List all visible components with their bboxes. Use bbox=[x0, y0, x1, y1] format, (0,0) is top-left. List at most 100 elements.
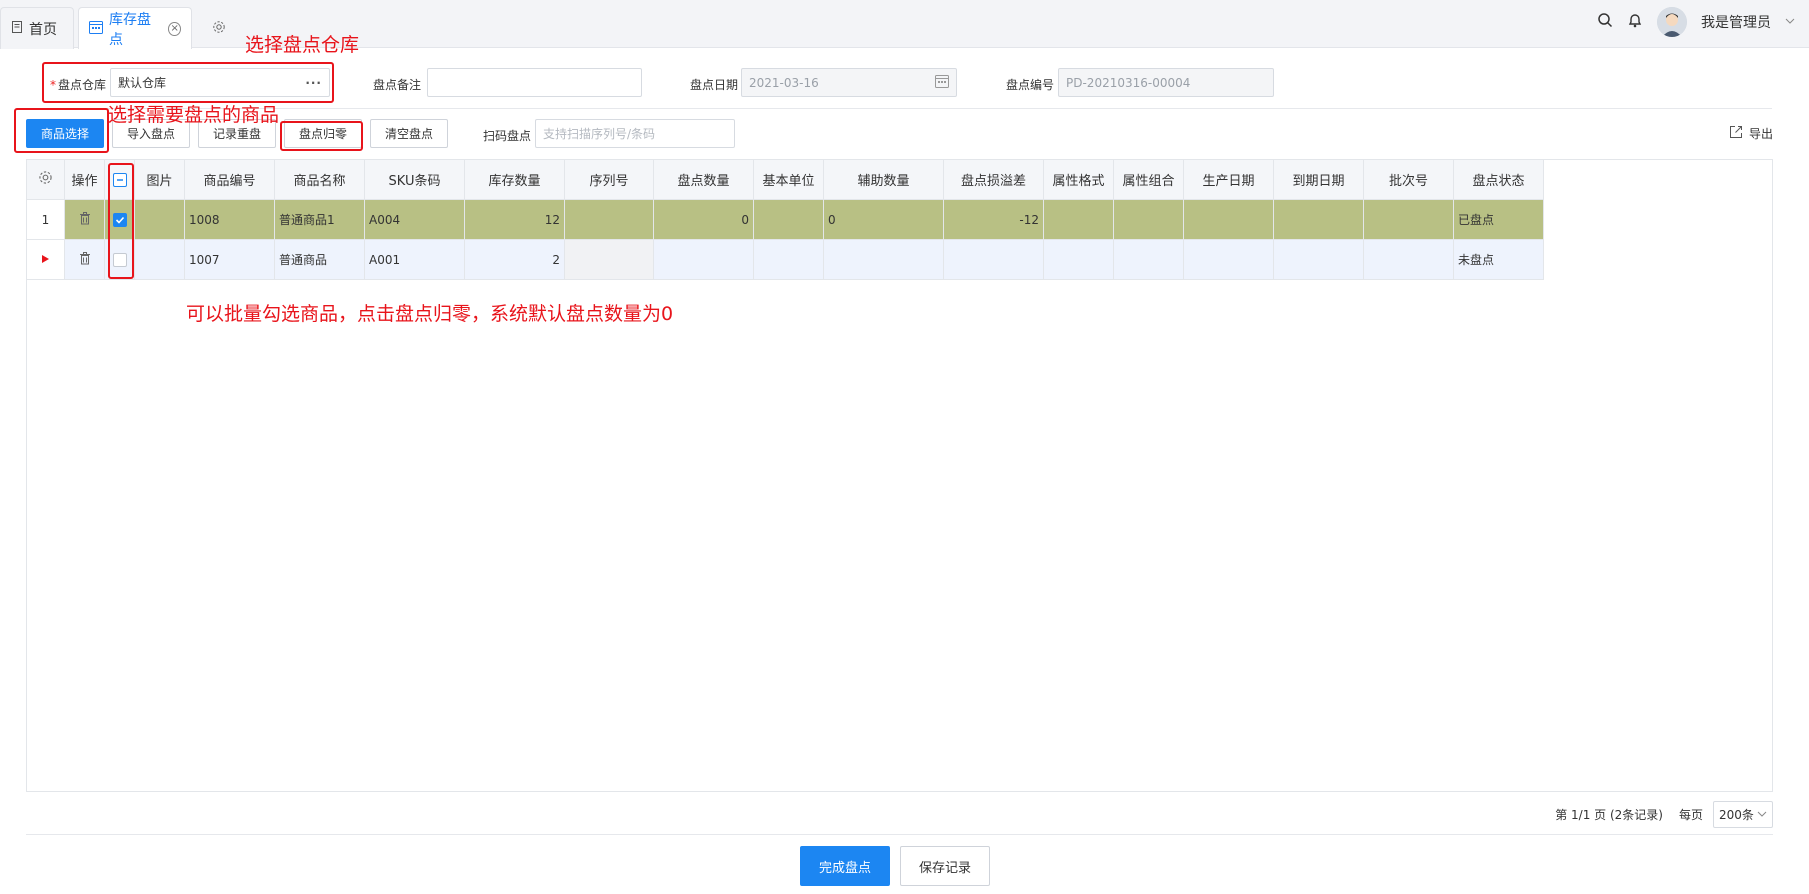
remark-input[interactable] bbox=[427, 68, 642, 97]
stock-qty: 2 bbox=[465, 240, 565, 280]
delete-row-cell bbox=[65, 240, 105, 280]
finish-count-button[interactable]: 完成盘点 bbox=[800, 846, 890, 886]
tab-inventory-count[interactable]: 库存盘点 × bbox=[78, 7, 192, 49]
production-date bbox=[1184, 200, 1274, 240]
calendar-icon bbox=[89, 20, 103, 38]
column-header: 到期日期 bbox=[1274, 160, 1364, 200]
attr-format bbox=[1044, 200, 1114, 240]
per-page-value: 200条 bbox=[1719, 808, 1754, 822]
sku-code: A004 bbox=[365, 200, 465, 240]
batch-no bbox=[1364, 240, 1454, 280]
column-header: 辅助数量 bbox=[824, 160, 944, 200]
aux-qty[interactable]: 0 bbox=[824, 200, 944, 240]
column-header: 序列号 bbox=[565, 160, 654, 200]
table-header: 操作 图片 商品编号 商品名称 SKU条码 库存数量 序列号 盘点数量 基本单位… bbox=[27, 160, 1547, 200]
remark-label: 盘点备注 bbox=[373, 78, 422, 92]
goods-name: 普通商品 bbox=[275, 240, 365, 280]
date-field[interactable]: 2021-03-16 bbox=[741, 68, 957, 97]
gear-icon[interactable] bbox=[212, 20, 226, 37]
count-diff bbox=[944, 240, 1044, 280]
table-row[interactable]: 1 1008 普通商品1 A004 12 0 0 -12 已盘点 bbox=[27, 200, 1547, 240]
row-index: 1 bbox=[27, 200, 65, 240]
tab-inventory-count-label: 库存盘点 bbox=[109, 11, 151, 48]
play-icon bbox=[41, 253, 50, 267]
date-label: 盘点日期 bbox=[690, 78, 739, 92]
column-settings[interactable] bbox=[27, 160, 65, 200]
count-qty[interactable] bbox=[654, 240, 754, 280]
base-unit bbox=[754, 240, 824, 280]
per-page-label: 每页 bbox=[1678, 808, 1703, 822]
pagination: 第 1/1 页 (2条记录) 每页 200条 bbox=[1555, 801, 1773, 828]
tab-home-label: 首页 bbox=[29, 21, 57, 38]
annotation-warehouse: 选择盘点仓库 bbox=[245, 34, 360, 56]
export-button[interactable]: 导出 bbox=[1729, 125, 1773, 142]
aux-qty[interactable] bbox=[824, 240, 944, 280]
column-header: 图片 bbox=[135, 160, 185, 200]
save-record-button[interactable]: 保存记录 bbox=[900, 846, 990, 886]
per-page-select[interactable]: 200条 bbox=[1713, 801, 1773, 828]
count-status: 未盘点 bbox=[1454, 240, 1544, 280]
trash-icon[interactable] bbox=[79, 211, 91, 228]
user-area: 我是管理员 bbox=[1597, 6, 1795, 38]
attr-format bbox=[1044, 240, 1114, 280]
inventory-table: 操作 图片 商品编号 商品名称 SKU条码 库存数量 序列号 盘点数量 基本单位… bbox=[26, 159, 1773, 792]
bell-icon[interactable] bbox=[1627, 12, 1643, 32]
column-header: 商品名称 bbox=[275, 160, 365, 200]
column-header: 属性格式 bbox=[1044, 160, 1114, 200]
avatar[interactable] bbox=[1657, 7, 1687, 37]
column-header: 盘点数量 bbox=[654, 160, 754, 200]
date-value: 2021-03-16 bbox=[749, 75, 819, 90]
tab-home[interactable]: 首页 bbox=[0, 7, 74, 49]
column-header: SKU条码 bbox=[365, 160, 465, 200]
column-header: 基本单位 bbox=[754, 160, 824, 200]
code-field: PD-20210316-00004 bbox=[1058, 68, 1274, 97]
batch-no bbox=[1364, 200, 1454, 240]
trash-icon[interactable] bbox=[79, 251, 91, 268]
column-header: 属性组合 bbox=[1114, 160, 1184, 200]
user-name[interactable]: 我是管理员 bbox=[1701, 12, 1771, 32]
column-header: 生产日期 bbox=[1184, 160, 1274, 200]
annotation-box-zero bbox=[280, 121, 363, 151]
chevron-down-icon bbox=[1757, 808, 1767, 822]
goods-code: 1008 bbox=[185, 200, 275, 240]
current-row-marker bbox=[27, 240, 65, 280]
stock-qty: 12 bbox=[465, 200, 565, 240]
form-divider bbox=[26, 108, 1772, 109]
annotation-box-checkboxes bbox=[108, 163, 134, 279]
search-icon[interactable] bbox=[1597, 12, 1613, 32]
expiry-date bbox=[1274, 240, 1364, 280]
column-header: 盘点损溢差 bbox=[944, 160, 1044, 200]
table-row[interactable]: 1007 普通商品 A001 2 未盘点 bbox=[27, 240, 1547, 280]
column-header: 批次号 bbox=[1364, 160, 1454, 200]
serial-no[interactable] bbox=[565, 200, 654, 240]
gear-icon[interactable] bbox=[38, 170, 53, 189]
scan-input[interactable]: 支持扫描序列号/条码 bbox=[535, 119, 735, 148]
goods-name: 普通商品1 bbox=[275, 200, 365, 240]
goods-code: 1007 bbox=[185, 240, 275, 280]
export-label: 导出 bbox=[1748, 127, 1773, 141]
production-date bbox=[1184, 240, 1274, 280]
chevron-down-icon[interactable] bbox=[1785, 14, 1795, 30]
count-status: 已盘点 bbox=[1454, 200, 1544, 240]
calendar-icon[interactable] bbox=[935, 74, 949, 91]
document-icon bbox=[11, 20, 23, 37]
count-diff: -12 bbox=[944, 200, 1044, 240]
scan-label: 扫码盘点 bbox=[483, 129, 532, 143]
column-header: 库存数量 bbox=[465, 160, 565, 200]
attr-combo bbox=[1114, 200, 1184, 240]
attr-combo bbox=[1114, 240, 1184, 280]
count-qty[interactable]: 0 bbox=[654, 200, 754, 240]
serial-no[interactable] bbox=[565, 240, 654, 280]
column-header: 商品编号 bbox=[185, 160, 275, 200]
annotation-box-warehouse bbox=[42, 62, 334, 103]
close-icon[interactable]: × bbox=[168, 21, 181, 36]
expiry-date bbox=[1274, 200, 1364, 240]
annotation-box-select-goods bbox=[14, 108, 109, 153]
image-cell bbox=[135, 240, 185, 280]
annotation-goods: 选择需要盘点的商品 bbox=[108, 104, 280, 126]
page-info: 第 1/1 页 (2条记录) bbox=[1555, 808, 1663, 822]
footer-divider bbox=[26, 834, 1773, 835]
column-header: 盘点状态 bbox=[1454, 160, 1544, 200]
delete-row-cell bbox=[65, 200, 105, 240]
clear-count-button[interactable]: 清空盘点 bbox=[370, 119, 448, 148]
